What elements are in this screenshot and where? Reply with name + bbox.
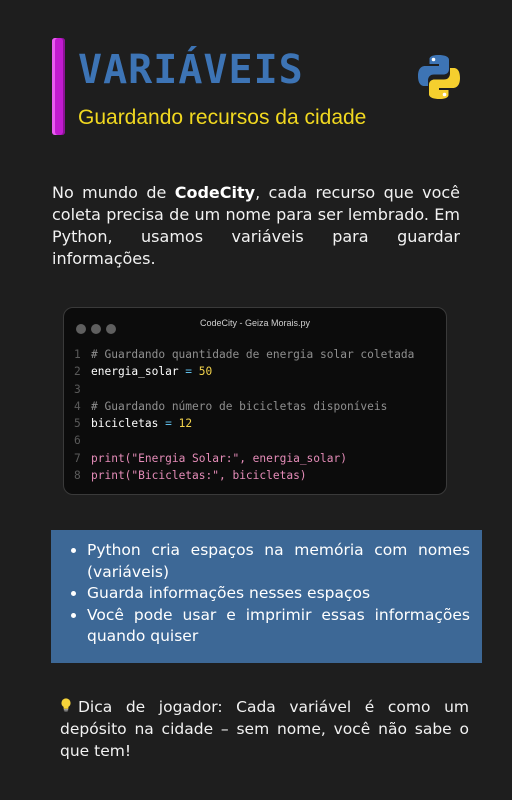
code-line: 6 <box>74 432 414 449</box>
summary-list: Python cria espaços na memória com nomes… <box>69 540 470 648</box>
code-variable: bicicletas <box>91 417 159 431</box>
code-string: "Energia Solar:" <box>131 451 240 465</box>
code-number: 12 <box>178 417 193 431</box>
summary-box: Python cria espaços na memória com nomes… <box>51 530 482 663</box>
line-number: 8 <box>74 469 81 483</box>
line-number: 2 <box>74 365 81 379</box>
python-logo-icon <box>418 55 460 99</box>
lightbulb-icon <box>61 698 71 712</box>
code-line: 3 <box>74 381 414 398</box>
code-arguments: , energia_solar) <box>239 451 347 465</box>
code-line: 2 energia_solar = 50 <box>74 363 414 380</box>
intro-prefix: No mundo de <box>52 183 175 202</box>
code-comment: # Guardando número de bicicletas disponí… <box>91 399 388 413</box>
code-block: 1 # Guardando quantidade de energia solar… <box>74 346 414 484</box>
line-number: 5 <box>74 417 81 431</box>
code-function: print( <box>91 469 132 483</box>
code-window-title: CodeCity - Geiza Morais.py <box>199 318 311 328</box>
code-arguments: , bicicletas) <box>218 469 307 483</box>
page-header: VARIÁVEIS Guardando recursos da cidade <box>52 38 472 136</box>
code-line: 4 # Guardando número de bicicletas dispon… <box>74 398 414 415</box>
page-title: VARIÁVEIS <box>78 47 304 93</box>
intro-brand: CodeCity <box>174 183 256 202</box>
code-string: "Bicicletas:" <box>131 469 219 483</box>
list-item: Você pode usar e imprimir essas informaç… <box>87 605 470 648</box>
code-line: 1 # Guardando quantidade de energia solar… <box>74 346 414 363</box>
line-number: 7 <box>74 451 81 465</box>
accent-bar <box>52 38 65 135</box>
intro-paragraph: No mundo de CodeCity, cada recurso que v… <box>52 182 460 270</box>
code-line: 8 print("Bicicletas:", bicicletas) <box>74 467 414 484</box>
code-operator: = <box>178 365 199 379</box>
line-number: 3 <box>74 382 81 396</box>
list-item: Python cria espaços na memória com nomes… <box>87 540 470 583</box>
code-line: 5 bicicletas = 12 <box>74 415 414 432</box>
code-number: 50 <box>198 365 213 379</box>
player-tip-text: Dica de jogador: Cada variável é como um… <box>60 698 469 760</box>
code-operator: = <box>158 417 179 431</box>
list-item: Guarda informações nesses espaços <box>87 583 470 605</box>
code-variable: energia_solar <box>91 365 179 379</box>
page-subtitle: Guardando recursos da cidade <box>78 106 367 129</box>
code-line: 7 print("Energia Solar:", energia_solar) <box>74 450 414 467</box>
code-window: CodeCity - Geiza Morais.py 1 # Guardando … <box>63 307 447 495</box>
player-tip: Dica de jogador: Cada variável é como um… <box>60 696 469 762</box>
code-function: print( <box>91 451 132 465</box>
line-number: 1 <box>74 348 81 361</box>
code-comment: # Guardando quantidade de energia solar … <box>91 348 415 361</box>
line-number: 4 <box>74 399 81 413</box>
line-number: 6 <box>74 434 81 448</box>
